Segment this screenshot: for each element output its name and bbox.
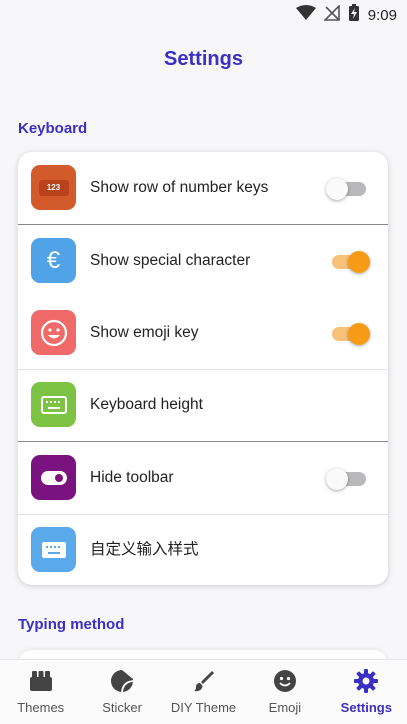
nav-item-themes[interactable]: Themes — [0, 660, 81, 724]
nav-label: Emoji — [268, 700, 302, 715]
setting-row-custom-input-style[interactable]: 自定义输入样式 — [18, 514, 388, 585]
keyboard-settings-card: 123 Show row of number keys € Show speci… — [18, 152, 388, 585]
brush-icon — [193, 671, 214, 692]
setting-row-number-keys[interactable]: 123 Show row of number keys — [18, 152, 388, 224]
battery-charging-icon — [348, 4, 360, 27]
nav-item-sticker[interactable]: Sticker — [81, 660, 162, 724]
themes-icon — [29, 671, 52, 691]
toolbar-toggle-icon — [31, 455, 76, 500]
section-label-typing-method: Typing method — [18, 616, 125, 633]
setting-row-keyboard-height[interactable]: Keyboard height — [18, 369, 388, 441]
no-signal-icon — [322, 4, 340, 26]
status-icons: 9:09 — [295, 4, 397, 27]
nav-item-emoji[interactable]: Emoji — [244, 660, 325, 724]
wifi-icon — [295, 5, 316, 26]
number-keys-icon: 123 — [31, 165, 76, 210]
setting-label: Keyboard height — [90, 396, 203, 413]
nav-item-diy-theme[interactable]: DIY Theme — [163, 660, 244, 724]
keyboard-icon — [31, 382, 76, 427]
nav-label: Settings — [340, 700, 392, 715]
hide-toolbar-toggle[interactable] — [326, 468, 368, 490]
setting-label: Show row of number keys — [90, 179, 269, 196]
gear-icon — [354, 669, 379, 693]
number-keys-toggle[interactable] — [326, 178, 368, 200]
status-bar: 9:09 — [0, 0, 407, 30]
status-time: 9:09 — [367, 7, 397, 24]
setting-label: 自定义输入样式 — [90, 541, 199, 558]
emoji-icon — [273, 670, 296, 692]
setting-label: Hide toolbar — [90, 469, 174, 486]
emoji-key-toggle[interactable] — [328, 323, 370, 345]
keyboard-style-icon — [31, 527, 76, 572]
bottom-nav: Themes Sticker DIY Theme Emoji Settings — [0, 659, 407, 724]
page-title: Settings — [164, 48, 243, 70]
euro-icon: € — [31, 238, 76, 283]
nav-label: Themes — [17, 700, 65, 715]
setting-label: Show special character — [90, 252, 251, 269]
sticker-icon — [111, 670, 134, 693]
setting-label: Show emoji key — [90, 324, 199, 341]
setting-row-special-character[interactable]: € Show special character — [18, 225, 388, 297]
smiley-icon — [31, 310, 76, 355]
special-character-toggle[interactable] — [328, 251, 370, 273]
nav-label: DIY Theme — [170, 700, 237, 715]
nav-item-settings[interactable]: Settings — [326, 660, 407, 724]
section-label-keyboard: Keyboard — [18, 120, 88, 137]
nav-label: Sticker — [102, 700, 142, 715]
setting-row-emoji-key[interactable]: Show emoji key — [18, 297, 388, 369]
setting-row-hide-toolbar[interactable]: Hide toolbar — [18, 442, 388, 514]
